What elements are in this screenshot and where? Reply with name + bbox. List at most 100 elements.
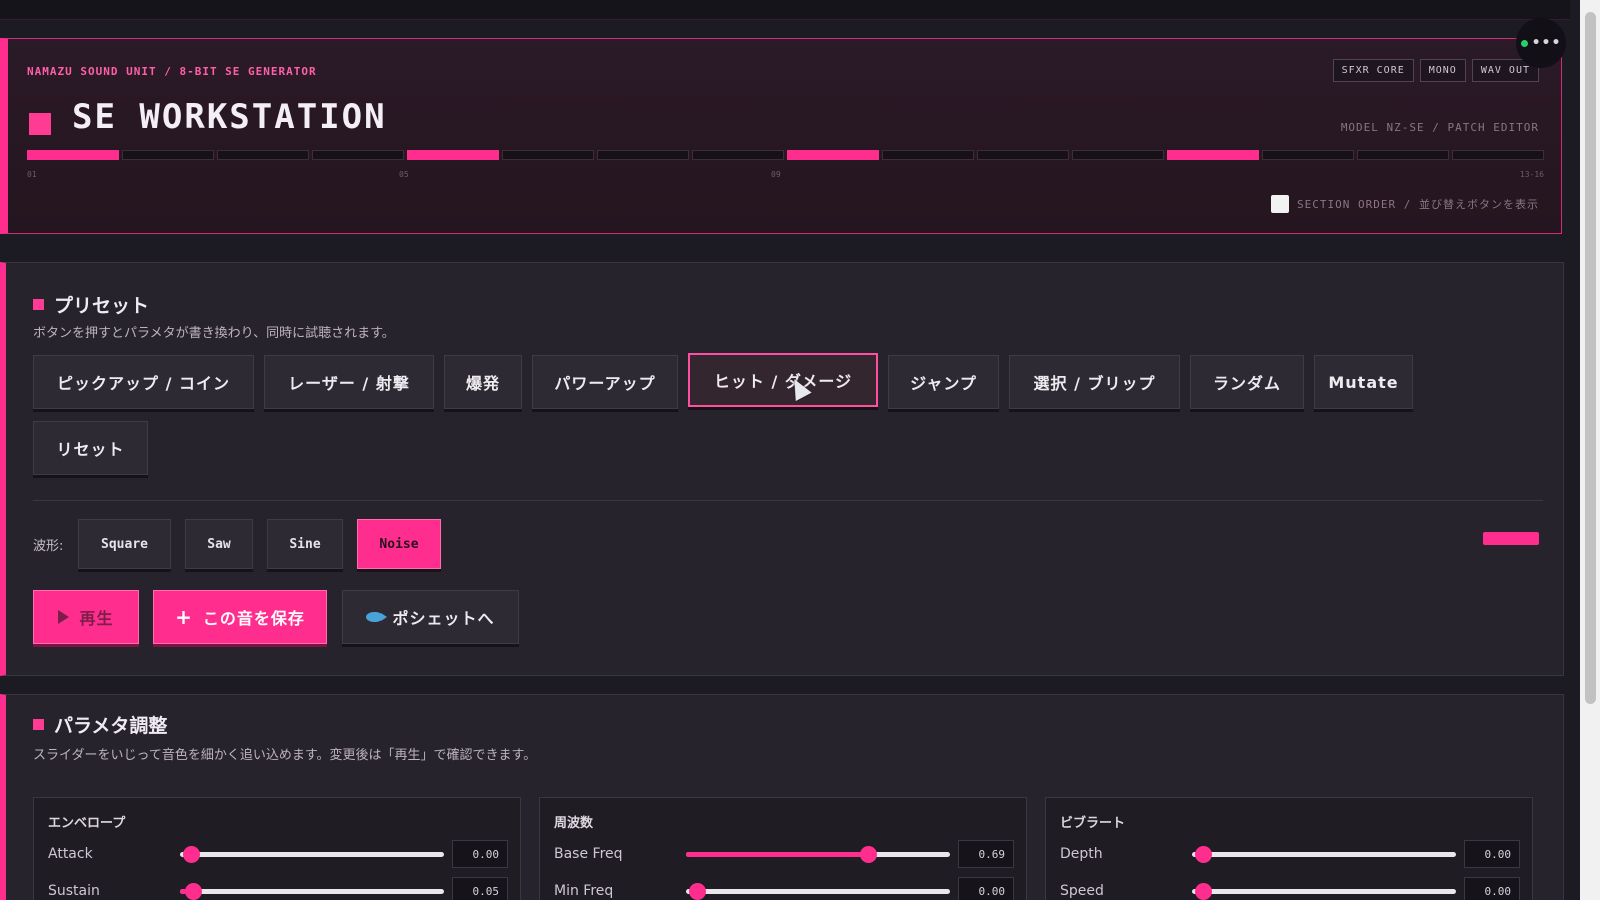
- step-cell-8[interactable]: [692, 150, 784, 160]
- section-order-checkbox[interactable]: [1271, 195, 1290, 213]
- status-dot-icon: [1520, 39, 1528, 47]
- step-cell-2[interactable]: [122, 150, 214, 160]
- pochette-button[interactable]: ポシェットへ: [342, 590, 519, 644]
- param-row-depth: Depth 0.00: [1060, 840, 1520, 868]
- header-panel: NAMAZU SOUND UNIT / 8-BIT SE GENERATOR S…: [0, 38, 1562, 234]
- param-value-field[interactable]: 0.00: [1464, 840, 1520, 868]
- step-cell-1[interactable]: [27, 150, 119, 160]
- slider-thumb[interactable]: [1194, 883, 1212, 900]
- param-label: Min Freq: [554, 883, 614, 899]
- step-cell-9[interactable]: [787, 150, 879, 160]
- preset-button-explosion[interactable]: 爆発: [444, 355, 522, 409]
- param-slider[interactable]: [180, 883, 444, 900]
- top-strip: [0, 0, 1570, 20]
- title-square-icon: [29, 113, 51, 135]
- param-description: スライダーをいじって音色を細かく追い込めます。変更後は「再生」で確認できます。: [33, 748, 537, 763]
- step-cell-13[interactable]: [1167, 150, 1259, 160]
- fish-icon: [366, 612, 388, 622]
- param-title-text: パラメタ調整: [54, 715, 168, 737]
- parameter-panel: パラメタ調整 スライダーをいじって音色を細かく追い込めます。変更後は「再生」で確…: [0, 694, 1564, 900]
- preset-description: ボタンを押すとパラメタが書き換わり、同時に試聴されます。: [33, 326, 395, 341]
- param-label: Attack: [48, 846, 93, 862]
- param-slider[interactable]: [1192, 883, 1456, 900]
- slider-thumb[interactable]: [185, 883, 203, 900]
- preset-button-jump[interactable]: ジャンプ: [888, 355, 999, 409]
- preset-button-powerup[interactable]: パワーアップ: [532, 355, 678, 409]
- param-row-speed: Speed 0.00: [1060, 877, 1520, 900]
- preset-button-hit-damage[interactable]: ヒット / ダメージ: [688, 353, 878, 407]
- waveform-noise-button[interactable]: Noise: [357, 519, 441, 569]
- step-cell-4[interactable]: [312, 150, 404, 160]
- play-label: 再生: [79, 609, 114, 628]
- waveform-saw-button[interactable]: Saw: [185, 519, 253, 569]
- save-label: この音を保存: [202, 609, 305, 628]
- level-indicator: [1483, 532, 1539, 545]
- pochette-label: ポシェットへ: [392, 609, 495, 628]
- section-order-label: SECTION ORDER / 並び替えボタンを表示: [1297, 198, 1539, 211]
- slider-thumb[interactable]: [860, 846, 878, 863]
- waveform-square-button[interactable]: Square: [78, 519, 171, 569]
- slider-thumb[interactable]: [1194, 846, 1212, 863]
- param-slider[interactable]: [686, 846, 950, 863]
- badge-group: SFXR CORE MONO WAV OUT: [1332, 59, 1539, 82]
- param-row-attack: Attack 0.00: [48, 840, 508, 868]
- badge-sfxr-core: SFXR CORE: [1332, 59, 1414, 82]
- scrollbar-thumb[interactable]: [1585, 12, 1596, 704]
- card-title: ビブラート: [1060, 816, 1126, 831]
- preset-button-pickup-coin[interactable]: ピックアップ / コイン: [33, 355, 254, 409]
- step-label-09: 09: [771, 170, 781, 179]
- param-slider[interactable]: [686, 883, 950, 900]
- preset-button-reset[interactable]: リセット: [33, 421, 148, 475]
- preset-button-random[interactable]: ランダム: [1190, 355, 1304, 409]
- step-cell-12[interactable]: [1072, 150, 1164, 160]
- param-card-frequency: 周波数 Base Freq 0.69 Min Freq 0.00: [539, 797, 1027, 900]
- step-cell-5[interactable]: [407, 150, 499, 160]
- param-label: Sustain: [48, 883, 100, 899]
- play-icon: [58, 610, 70, 624]
- param-value-field[interactable]: 0.00: [452, 840, 508, 868]
- waveform-sine-button[interactable]: Sine: [267, 519, 343, 569]
- step-cell-16[interactable]: [1452, 150, 1544, 160]
- param-value-field[interactable]: 0.05: [452, 877, 508, 900]
- step-label-13-16: 13-16: [1519, 170, 1544, 179]
- param-label: Depth: [1060, 846, 1103, 862]
- page-title: SE WORKSTATION: [72, 97, 387, 137]
- preset-button-select-blip[interactable]: 選択 / ブリップ: [1009, 355, 1180, 409]
- save-sound-button[interactable]: + この音を保存: [153, 590, 327, 644]
- step-cell-10[interactable]: [882, 150, 974, 160]
- param-value-field[interactable]: 0.00: [958, 877, 1014, 900]
- param-card-envelope: エンベロープ Attack 0.00 Sustain 0.05: [33, 797, 521, 900]
- preset-button-laser-shoot[interactable]: レーザー / 射撃: [264, 355, 434, 409]
- step-labels: 01 05 09 13-16: [27, 170, 1544, 180]
- step-cell-11[interactable]: [977, 150, 1069, 160]
- divider: [33, 500, 1543, 501]
- badge-mono: MONO: [1419, 59, 1466, 82]
- step-cell-15[interactable]: [1357, 150, 1449, 160]
- param-value-field[interactable]: 0.00: [1464, 877, 1520, 900]
- step-cell-6[interactable]: [502, 150, 594, 160]
- param-row-sustain: Sustain 0.05: [48, 877, 508, 900]
- param-slider[interactable]: [180, 846, 444, 863]
- step-cell-3[interactable]: [217, 150, 309, 160]
- card-title: エンベロープ: [48, 816, 126, 831]
- play-button[interactable]: 再生: [33, 590, 139, 644]
- step-cell-7[interactable]: [597, 150, 689, 160]
- slider-thumb[interactable]: [182, 846, 200, 863]
- step-cell-14[interactable]: [1262, 150, 1354, 160]
- model-label: MODEL NZ-SE / PATCH EDITOR: [1340, 121, 1539, 134]
- param-row-min-freq: Min Freq 0.00: [554, 877, 1014, 900]
- preset-title-text: プリセット: [54, 295, 150, 317]
- param-label: Base Freq: [554, 846, 623, 862]
- preset-button-mutate[interactable]: Mutate: [1314, 355, 1413, 409]
- more-icon: •••: [1531, 35, 1562, 51]
- corner-menu-button[interactable]: •••: [1516, 18, 1566, 68]
- preset-section-title: プリセット: [33, 291, 149, 318]
- step-label-01: 01: [27, 170, 37, 179]
- section-square-icon: [33, 719, 44, 730]
- section-order-toggle[interactable]: SECTION ORDER / 並び替えボタンを表示: [1271, 195, 1539, 213]
- plus-icon: +: [175, 605, 193, 629]
- slider-thumb[interactable]: [688, 883, 706, 900]
- waveform-label: 波形:: [33, 539, 64, 554]
- param-value-field[interactable]: 0.69: [958, 840, 1014, 868]
- param-slider[interactable]: [1192, 846, 1456, 863]
